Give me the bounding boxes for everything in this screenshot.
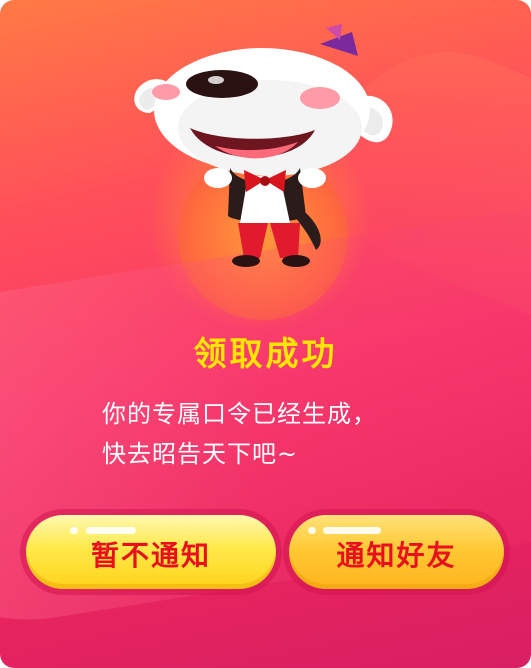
button-highlight xyxy=(70,527,78,534)
dialog-message: 你的专属口令已经生成， 快去昭告天下吧~ xyxy=(102,394,502,474)
notify-friends-button[interactable]: 通知好友 xyxy=(289,515,504,589)
dismiss-button-label: 暂不通知 xyxy=(90,539,211,572)
message-line-2: 快去昭告天下吧~ xyxy=(102,440,299,468)
joy-dog-mascot-icon xyxy=(134,24,393,267)
message-line-1: 你的专属口令已经生成， xyxy=(102,400,377,428)
success-dialog: 领取成功 你的专属口令已经生成， 快去昭告天下吧~ 暂不通知 通知好友 xyxy=(0,0,531,668)
dialog-title: 领取成功 xyxy=(193,334,338,373)
button-highlight xyxy=(86,527,136,534)
dismiss-button[interactable]: 暂不通知 xyxy=(26,515,276,589)
button-highlight xyxy=(308,527,316,534)
button-highlight xyxy=(323,527,381,534)
notify-friends-button-label: 通知好友 xyxy=(336,539,457,572)
